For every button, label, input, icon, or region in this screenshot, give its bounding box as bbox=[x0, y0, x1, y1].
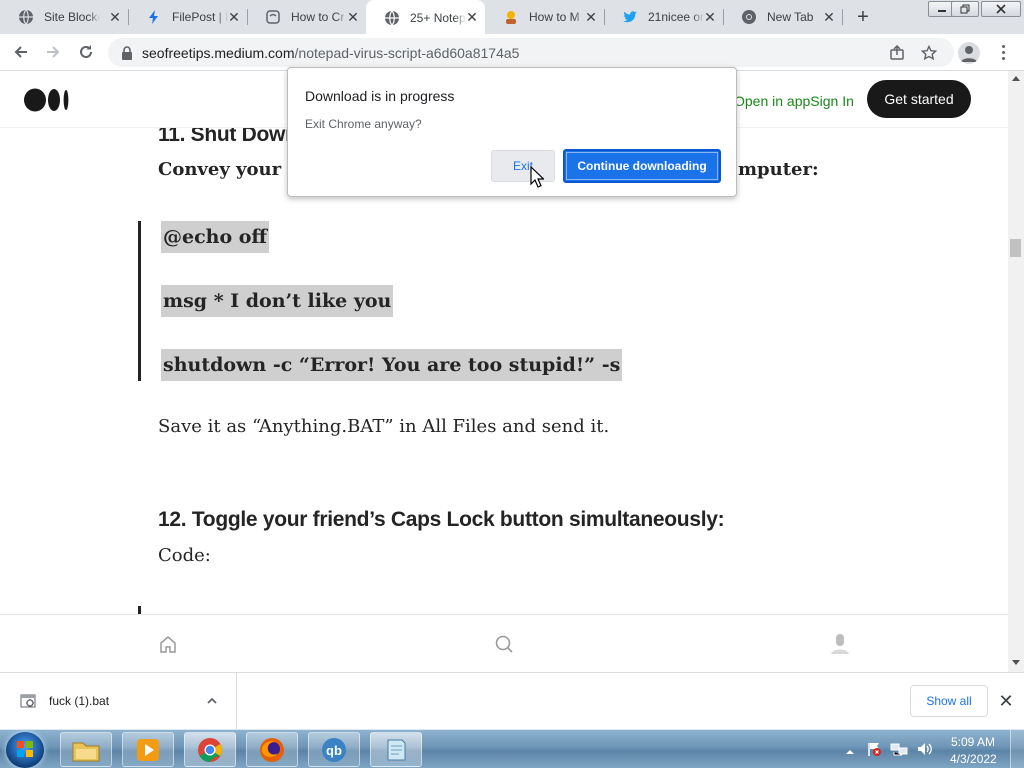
code-line: @echo off bbox=[161, 221, 270, 253]
close-download-shelf-icon[interactable]: ✕ bbox=[997, 692, 1015, 710]
heading-12: 12. Toggle your friend’s Caps Lock butto… bbox=[158, 508, 725, 531]
save-instruction: Save it as “Anything.BAT” in All Files a… bbox=[158, 416, 610, 437]
download-file-name: fuck (1).bat bbox=[49, 694, 110, 708]
scrollbar-thumb[interactable] bbox=[1010, 239, 1021, 257]
intro-text-start: Convey your fr bbox=[158, 159, 305, 180]
tab-label: 21nicee on bbox=[648, 10, 704, 24]
close-tab-icon[interactable]: ✕ bbox=[227, 10, 241, 24]
url-host: seofreetips.medium.com bbox=[142, 45, 295, 61]
close-tab-icon[interactable]: ✕ bbox=[703, 10, 717, 24]
code-label: Code: bbox=[158, 545, 211, 566]
address-bar[interactable]: seofreetips.medium.com/notepad-virus-scr… bbox=[108, 38, 954, 67]
medium-bottom-nav bbox=[0, 614, 1008, 672]
browser-toolbar: seofreetips.medium.com/notepad-virus-scr… bbox=[0, 34, 1024, 71]
tab-label: Site Blocke bbox=[44, 10, 100, 24]
close-tab-icon[interactable]: ✕ bbox=[346, 10, 360, 24]
chevron-up-icon[interactable] bbox=[205, 694, 219, 708]
twitter-icon bbox=[622, 9, 638, 25]
profile-avatar-icon[interactable] bbox=[958, 42, 980, 64]
qbittorrent-taskbar-icon[interactable]: qb bbox=[308, 732, 360, 767]
globe-icon bbox=[384, 10, 400, 26]
url-text: seofreetips.medium.com/notepad-virus-scr… bbox=[142, 45, 519, 61]
home-icon[interactable] bbox=[158, 634, 178, 654]
tray-expand-icon[interactable] bbox=[845, 744, 855, 754]
medium-logo-icon[interactable] bbox=[24, 88, 70, 112]
tab-label: How to Cr bbox=[291, 10, 345, 24]
tab-label: How to M bbox=[529, 10, 580, 24]
bookmark-star-icon[interactable] bbox=[920, 44, 938, 62]
share-icon[interactable] bbox=[888, 44, 906, 62]
kebab-menu-icon[interactable] bbox=[996, 42, 1010, 62]
close-tab-icon[interactable]: ✕ bbox=[108, 10, 122, 24]
svg-text:qb: qb bbox=[326, 743, 342, 758]
show-desktop-button[interactable] bbox=[1010, 730, 1024, 768]
explorer-taskbar-icon[interactable] bbox=[60, 732, 112, 767]
page-icon bbox=[265, 9, 281, 25]
page-scrollbar[interactable] bbox=[1008, 71, 1024, 672]
download-shelf: fuck (1).bat Show all ✕ bbox=[0, 672, 1024, 730]
profile-icon[interactable] bbox=[830, 633, 850, 655]
notepad-taskbar-icon[interactable] bbox=[370, 732, 422, 767]
open-in-app-label[interactable]: Open in app bbox=[734, 93, 810, 109]
media-player-taskbar-icon[interactable] bbox=[122, 732, 174, 767]
url-path: /notepad-virus-script-a6d60a8174a5 bbox=[294, 45, 520, 61]
tab-filepost[interactable]: FilePost | Fi ✕ bbox=[128, 0, 247, 34]
sign-in-link[interactable]: Sign In bbox=[810, 93, 854, 109]
tab-how-to-create[interactable]: How to Cr ✕ bbox=[247, 0, 366, 34]
tab-twitter[interactable]: 21nicee on ✕ bbox=[604, 0, 723, 34]
close-tab-icon[interactable]: ✕ bbox=[584, 10, 598, 24]
intro-text-end: mputer: bbox=[738, 159, 819, 180]
open-in-app-link[interactable]: Open in appSign In bbox=[734, 93, 854, 109]
tab-strip: Site Blocke ✕ FilePost | Fi ✕ How to Cr … bbox=[0, 0, 1024, 36]
tab-label: 25+ Notep bbox=[410, 11, 466, 25]
windows-taskbar: qb 5:09 AM 4/3/2022 bbox=[0, 729, 1024, 768]
system-tray bbox=[840, 730, 960, 768]
tab-label: FilePost | Fi bbox=[172, 10, 228, 24]
firefox-taskbar-icon[interactable] bbox=[246, 732, 298, 767]
close-tab-icon[interactable]: ✕ bbox=[465, 10, 479, 24]
network-icon[interactable] bbox=[890, 741, 908, 757]
reload-icon[interactable] bbox=[76, 42, 96, 62]
dialog-title: Download is in progress bbox=[305, 88, 455, 104]
tab-new-tab[interactable]: New Tab ✕ bbox=[723, 0, 842, 34]
back-arrow-icon[interactable] bbox=[11, 42, 31, 62]
close-tab-icon[interactable]: ✕ bbox=[822, 10, 836, 24]
continue-downloading-button[interactable]: Continue downloading bbox=[563, 149, 721, 183]
avatar-icon bbox=[503, 9, 519, 25]
scroll-down-arrow-icon[interactable] bbox=[1012, 660, 1020, 665]
tab-site-blocker[interactable]: Site Blocke ✕ bbox=[0, 0, 128, 34]
window-close-icon[interactable] bbox=[981, 1, 1021, 17]
chrome-icon bbox=[741, 9, 757, 25]
volume-icon[interactable] bbox=[916, 741, 934, 757]
clock-time[interactable]: 5:09 AM bbox=[950, 735, 996, 749]
dialog-message: Exit Chrome anyway? bbox=[305, 117, 422, 131]
restore-icon[interactable] bbox=[951, 1, 979, 17]
code-line: shutdown -c “Error! You are too stupid!”… bbox=[161, 349, 623, 381]
mouse-cursor-icon bbox=[530, 165, 545, 188]
forward-arrow-icon[interactable] bbox=[43, 42, 63, 62]
tab-notepad-scripts[interactable]: 25+ Notep ✕ bbox=[366, 0, 485, 36]
windows-start-button[interactable] bbox=[6, 732, 44, 768]
tab-label: New Tab bbox=[767, 10, 814, 24]
show-all-button[interactable]: Show all bbox=[910, 685, 988, 717]
download-item[interactable]: fuck (1).bat bbox=[0, 673, 237, 730]
search-icon[interactable] bbox=[494, 634, 514, 654]
new-tab-plus-icon[interactable]: + bbox=[854, 7, 872, 27]
filepost-icon bbox=[146, 9, 162, 25]
scroll-up-arrow-icon[interactable] bbox=[1012, 76, 1020, 81]
clock-date[interactable]: 4/3/2022 bbox=[950, 752, 997, 766]
code-line: msg * I don’t like you bbox=[161, 285, 394, 317]
chrome-taskbar-icon[interactable] bbox=[184, 732, 236, 767]
action-center-flag-icon[interactable] bbox=[866, 741, 882, 757]
tab-how-to-make[interactable]: How to M ✕ bbox=[485, 0, 604, 34]
lock-icon[interactable] bbox=[118, 44, 136, 62]
exit-button[interactable]: Exit bbox=[491, 150, 555, 182]
code-block-bar bbox=[138, 221, 141, 381]
globe-icon bbox=[18, 9, 34, 25]
get-started-button[interactable]: Get started bbox=[867, 80, 971, 118]
bat-file-icon bbox=[20, 693, 36, 709]
tab-separator bbox=[842, 9, 843, 25]
download-in-progress-dialog: Download is in progress Exit Chrome anyw… bbox=[287, 67, 737, 197]
